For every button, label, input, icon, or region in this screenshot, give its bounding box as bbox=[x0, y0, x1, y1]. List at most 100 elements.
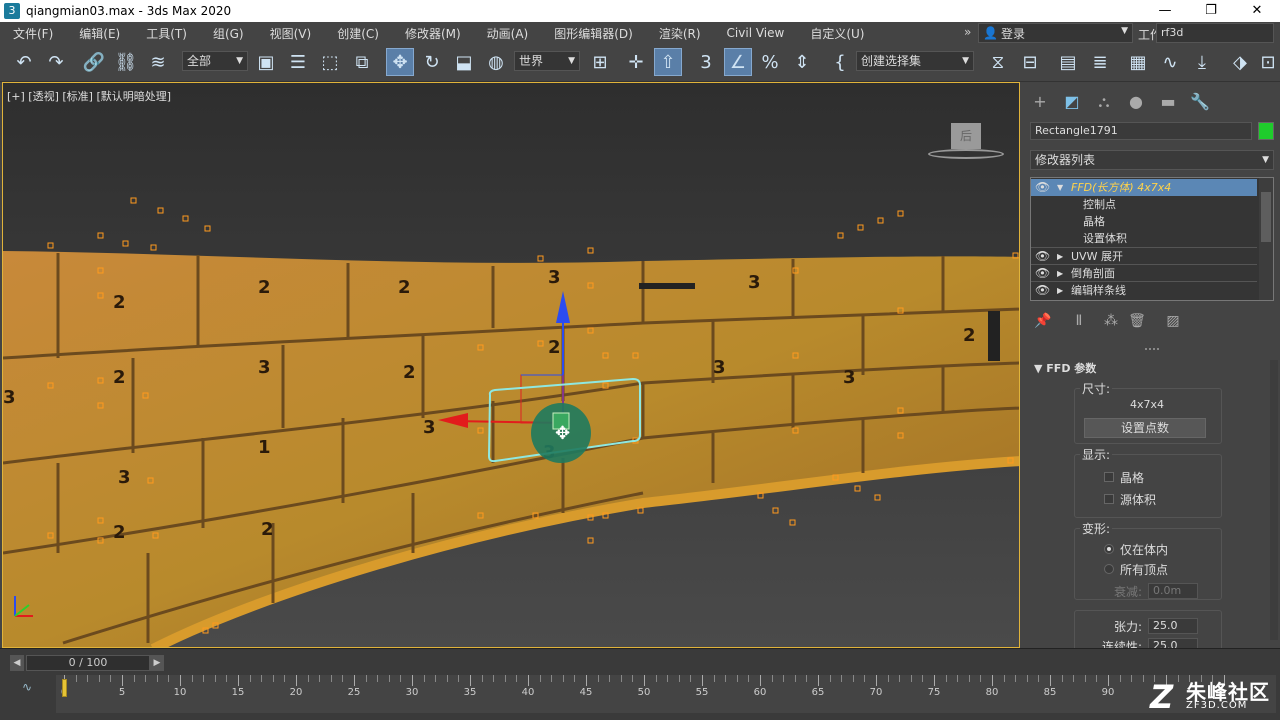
source-volume-checkbox[interactable] bbox=[1104, 494, 1114, 504]
material-editor-icon[interactable]: ⬗ bbox=[1226, 48, 1254, 76]
expand-triangle-icon[interactable]: ▼ bbox=[1057, 179, 1063, 196]
minimize-button[interactable]: — bbox=[1142, 0, 1188, 22]
viewcube-ring[interactable] bbox=[928, 149, 1004, 159]
stack-scrollbar[interactable] bbox=[1259, 178, 1273, 300]
edit-named-selection-icon[interactable]: { bbox=[826, 48, 854, 76]
menu-file[interactable]: 文件(F) bbox=[0, 25, 66, 42]
make-unique-icon[interactable]: ⁂ bbox=[1100, 310, 1122, 332]
undo-icon[interactable]: ↶ bbox=[10, 48, 38, 76]
keyboard-shortcut-override-icon[interactable]: ⇧ bbox=[654, 48, 682, 76]
bind-space-warp-icon[interactable]: ≋ bbox=[144, 48, 172, 76]
curve-editor-icon[interactable]: ∿ bbox=[1156, 48, 1184, 76]
stack-item-edit-spline[interactable]: 👁 ▶ 编辑样条线 bbox=[1031, 281, 1257, 298]
snaps-toggle-icon[interactable]: 3 bbox=[692, 48, 720, 76]
current-frame-marker[interactable] bbox=[62, 679, 67, 697]
spinner-snap-icon[interactable]: ⇕ bbox=[788, 48, 816, 76]
menu-group[interactable]: 组(G) bbox=[200, 25, 257, 42]
select-object-icon[interactable]: ▣ bbox=[252, 48, 280, 76]
select-scale-icon[interactable]: ⬓ bbox=[450, 48, 478, 76]
eye-icon[interactable]: 👁 bbox=[1035, 179, 1050, 196]
menu-create[interactable]: 创建(C) bbox=[324, 25, 392, 42]
expand-triangle-icon[interactable]: ▶ bbox=[1057, 282, 1063, 299]
tension-spinner[interactable]: 25.0 bbox=[1148, 618, 1198, 634]
select-by-name-icon[interactable]: ☰ bbox=[284, 48, 312, 76]
time-slider[interactable]: 0 / 100 bbox=[26, 655, 150, 671]
modify-tab-icon[interactable]: ◩ bbox=[1060, 90, 1084, 114]
window-crossing-icon[interactable]: ⧉ bbox=[348, 48, 376, 76]
display-tab-icon[interactable]: ▬ bbox=[1156, 90, 1180, 114]
stack-item-lattice[interactable]: 晶格 bbox=[1083, 213, 1105, 230]
menu-views[interactable]: 视图(V) bbox=[257, 25, 325, 42]
mini-curve-editor-icon[interactable]: ∿ bbox=[22, 680, 32, 694]
named-selection-select[interactable]: 创建选择集 ▼ bbox=[856, 51, 974, 71]
motion-tab-icon[interactable]: ● bbox=[1124, 90, 1148, 114]
viewport-label[interactable]: [+] [透视] [标准] [默认明暗处理] bbox=[7, 88, 171, 104]
stack-item-ffd[interactable]: 👁 ▼ FFD(长方体) 4x7x4 bbox=[1031, 179, 1257, 196]
stack-item-bevel-profile[interactable]: 👁 ▶ 倒角剖面 bbox=[1031, 264, 1257, 281]
expand-triangle-icon[interactable]: ▶ bbox=[1057, 265, 1063, 282]
angle-snap-icon[interactable]: ∠ bbox=[724, 48, 752, 76]
ribbon-toggle-icon[interactable]: ▦ bbox=[1124, 48, 1152, 76]
stack-item-control-points[interactable]: 控制点 bbox=[1083, 196, 1116, 213]
scene-explorer-icon[interactable]: ▤ bbox=[1054, 48, 1082, 76]
rollout-title[interactable]: ▼ FFD 参数 bbox=[1034, 360, 1096, 376]
create-tab-icon[interactable]: + bbox=[1028, 90, 1052, 114]
selection-filter-select[interactable]: 全部 ▼ bbox=[182, 51, 248, 71]
scrollbar-thumb[interactable] bbox=[1261, 192, 1271, 242]
object-name-field[interactable]: Rectangle1791 bbox=[1030, 122, 1252, 140]
viewcube[interactable]: 后 bbox=[951, 123, 981, 149]
percent-snap-icon[interactable]: % bbox=[756, 48, 784, 76]
menu-modifiers[interactable]: 修改器(M) bbox=[392, 25, 474, 42]
next-frame-icon[interactable]: ▶ bbox=[150, 655, 164, 671]
all-vertices-radio[interactable] bbox=[1104, 564, 1114, 574]
menu-customize[interactable]: 自定义(U) bbox=[797, 25, 877, 42]
set-points-button[interactable]: 设置点数 bbox=[1084, 418, 1206, 438]
remove-modifier-icon[interactable]: 🗑 bbox=[1126, 310, 1148, 332]
only-in-volume-radio[interactable] bbox=[1104, 544, 1114, 554]
layer-explorer-icon[interactable]: ≣ bbox=[1086, 48, 1114, 76]
modifier-list-select[interactable]: 修改器列表 ▼ bbox=[1030, 150, 1274, 170]
prev-frame-icon[interactable]: ◀ bbox=[10, 655, 24, 671]
rect-selection-icon[interactable]: ⬚ bbox=[316, 48, 344, 76]
menu-tools[interactable]: 工具(T) bbox=[133, 25, 200, 42]
redo-icon[interactable]: ↷ bbox=[42, 48, 70, 76]
eye-icon[interactable]: 👁 bbox=[1035, 282, 1050, 299]
close-button[interactable]: ✕ bbox=[1234, 0, 1280, 22]
stack-item-uvw-unwrap[interactable]: 👁 ▶ UVW 展开 bbox=[1031, 247, 1257, 264]
unlink-icon[interactable]: ⛓ bbox=[112, 48, 140, 76]
mirror-icon[interactable]: ⧖ bbox=[984, 48, 1012, 76]
menu-graph-editors[interactable]: 图形编辑器(D) bbox=[541, 25, 646, 42]
reference-coord-select[interactable]: 世界 ▼ bbox=[514, 51, 580, 71]
pivot-center-icon[interactable]: ⊞ bbox=[586, 48, 614, 76]
menu-overflow-icon[interactable]: » bbox=[964, 25, 971, 39]
select-place-icon[interactable]: ◍ bbox=[482, 48, 510, 76]
manipulate-icon[interactable]: ✛ bbox=[622, 48, 650, 76]
login-dropdown[interactable]: 👤 登录 ▼ bbox=[978, 23, 1133, 43]
object-color-swatch[interactable] bbox=[1258, 122, 1274, 140]
workspace-select[interactable]: rf3d bbox=[1156, 23, 1274, 43]
stack-item-set-volume[interactable]: 设置体积 bbox=[1083, 230, 1127, 247]
utilities-tab-icon[interactable]: 🔧 bbox=[1188, 90, 1212, 114]
falloff-spinner[interactable]: 0.0m bbox=[1148, 583, 1198, 599]
perspective-viewport[interactable]: 2 2 2 3 3 2 2 2 3 3 3 3 3 1 3 2 2 3 2 bbox=[2, 82, 1020, 648]
menu-civil-view[interactable]: Civil View bbox=[714, 26, 798, 40]
pin-stack-icon[interactable]: 📌 bbox=[1032, 310, 1054, 332]
menu-rendering[interactable]: 渲染(R) bbox=[646, 25, 714, 42]
panel-scrollbar[interactable] bbox=[1270, 360, 1278, 640]
maximize-button[interactable]: ❐ bbox=[1188, 0, 1234, 22]
select-move-icon[interactable]: ✥ bbox=[386, 48, 414, 76]
expand-triangle-icon[interactable]: ▶ bbox=[1057, 248, 1063, 265]
eye-icon[interactable]: 👁 bbox=[1035, 265, 1050, 282]
menu-animation[interactable]: 动画(A) bbox=[474, 25, 542, 42]
render-setup-icon[interactable]: ⊡ bbox=[1254, 48, 1280, 76]
eye-icon[interactable]: 👁 bbox=[1035, 248, 1050, 265]
schematic-view-icon[interactable]: ⤓ bbox=[1188, 48, 1216, 76]
link-icon[interactable]: 🔗 bbox=[80, 48, 108, 76]
show-end-result-icon[interactable]: Ⅱ bbox=[1068, 310, 1090, 332]
align-icon[interactable]: ⊟ bbox=[1016, 48, 1044, 76]
select-rotate-icon[interactable]: ↻ bbox=[418, 48, 446, 76]
panel-splitter-grip[interactable] bbox=[1145, 348, 1159, 350]
configure-sets-icon[interactable]: ▨ bbox=[1162, 310, 1184, 332]
hierarchy-tab-icon[interactable]: ⛬ bbox=[1092, 90, 1116, 114]
track-bar[interactable]: 051015202530354045505560657075808590 bbox=[56, 675, 1276, 713]
